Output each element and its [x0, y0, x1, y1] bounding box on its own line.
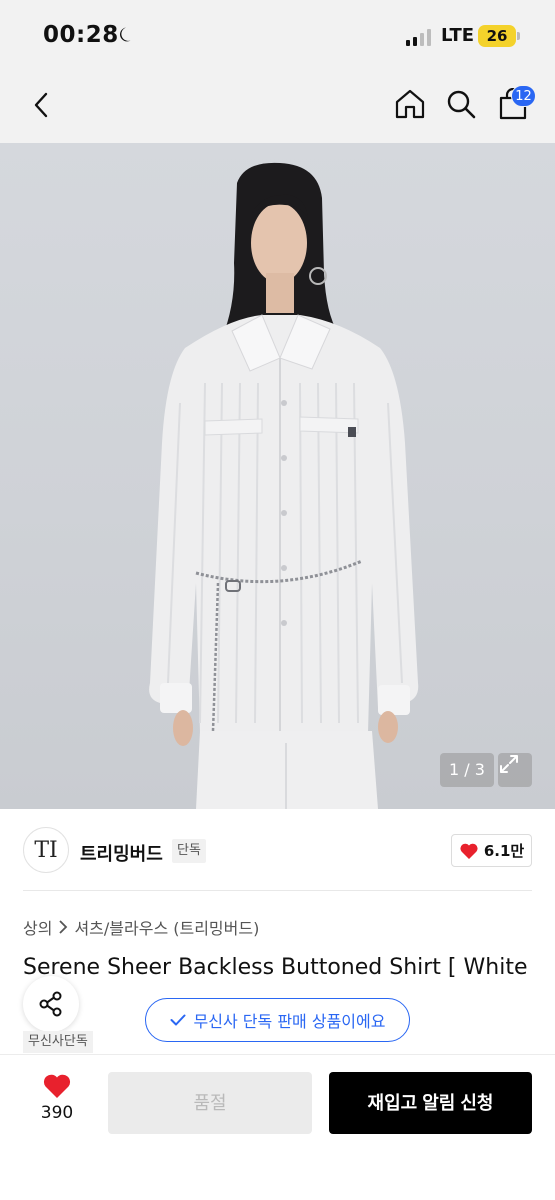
- product-photo: [149, 162, 419, 809]
- product-title: Serene Sheer Backless Buttoned Shirt [ W…: [23, 955, 528, 980]
- exclusive-banner-text: 무신사 단독 판매 상품이에요: [193, 1012, 386, 1031]
- breadcrumb-item[interactable]: 상의: [23, 915, 52, 939]
- home-icon: [395, 89, 425, 119]
- network-label: LTE: [441, 25, 475, 46]
- back-button[interactable]: [24, 87, 58, 123]
- brand-logo[interactable]: TI: [23, 827, 69, 873]
- expand-icon: [500, 755, 518, 773]
- battery-tip: [517, 32, 520, 40]
- gallery-page-indicator: 1 / 3: [440, 753, 494, 787]
- share-icon: [39, 991, 62, 1017]
- chevron-right-icon: [58, 920, 68, 934]
- battery-icon: 26: [478, 25, 516, 47]
- category-breadcrumb: 상의 셔츠/블라우스 (트리밍버드): [23, 915, 259, 939]
- share-button[interactable]: [23, 976, 79, 1032]
- product-image-gallery[interactable]: 1 / 3: [0, 143, 555, 809]
- search-button[interactable]: [443, 85, 479, 123]
- expand-button[interactable]: [498, 753, 532, 787]
- brand-name[interactable]: 트리밍버드: [80, 840, 163, 866]
- status-time: 00:28: [43, 22, 119, 48]
- wishlist-button[interactable]: 390: [28, 1073, 86, 1133]
- restock-alert-button[interactable]: 재입고 알림 신청: [329, 1072, 532, 1134]
- wishlist-count: 390: [40, 1103, 74, 1123]
- brand-like-count: 6.1만: [483, 842, 525, 860]
- breadcrumb-item[interactable]: 셔츠/블라우스 (트리밍버드): [74, 915, 259, 939]
- search-icon: [447, 90, 476, 119]
- nav-bar: [0, 70, 555, 143]
- home-button[interactable]: [391, 85, 429, 123]
- moon-icon: [118, 26, 136, 48]
- exclusive-chip: 무신사단독: [23, 1031, 93, 1053]
- brand-like-button[interactable]: 6.1만: [451, 834, 532, 867]
- status-bar: 00:28 LTE 26: [0, 0, 555, 70]
- exclusive-banner: 무신사 단독 판매 상품이에요: [145, 998, 410, 1042]
- chevron-left-icon: [34, 92, 48, 118]
- divider: [23, 890, 532, 891]
- heart-icon: [460, 843, 478, 859]
- brand-exclusive-tag: 단독: [172, 839, 206, 863]
- check-icon: [170, 1014, 186, 1026]
- soldout-button[interactable]: 품절: [108, 1072, 312, 1134]
- signal-icon: [406, 28, 431, 46]
- cart-count-badge: 12: [511, 85, 536, 107]
- heart-icon: [43, 1074, 71, 1098]
